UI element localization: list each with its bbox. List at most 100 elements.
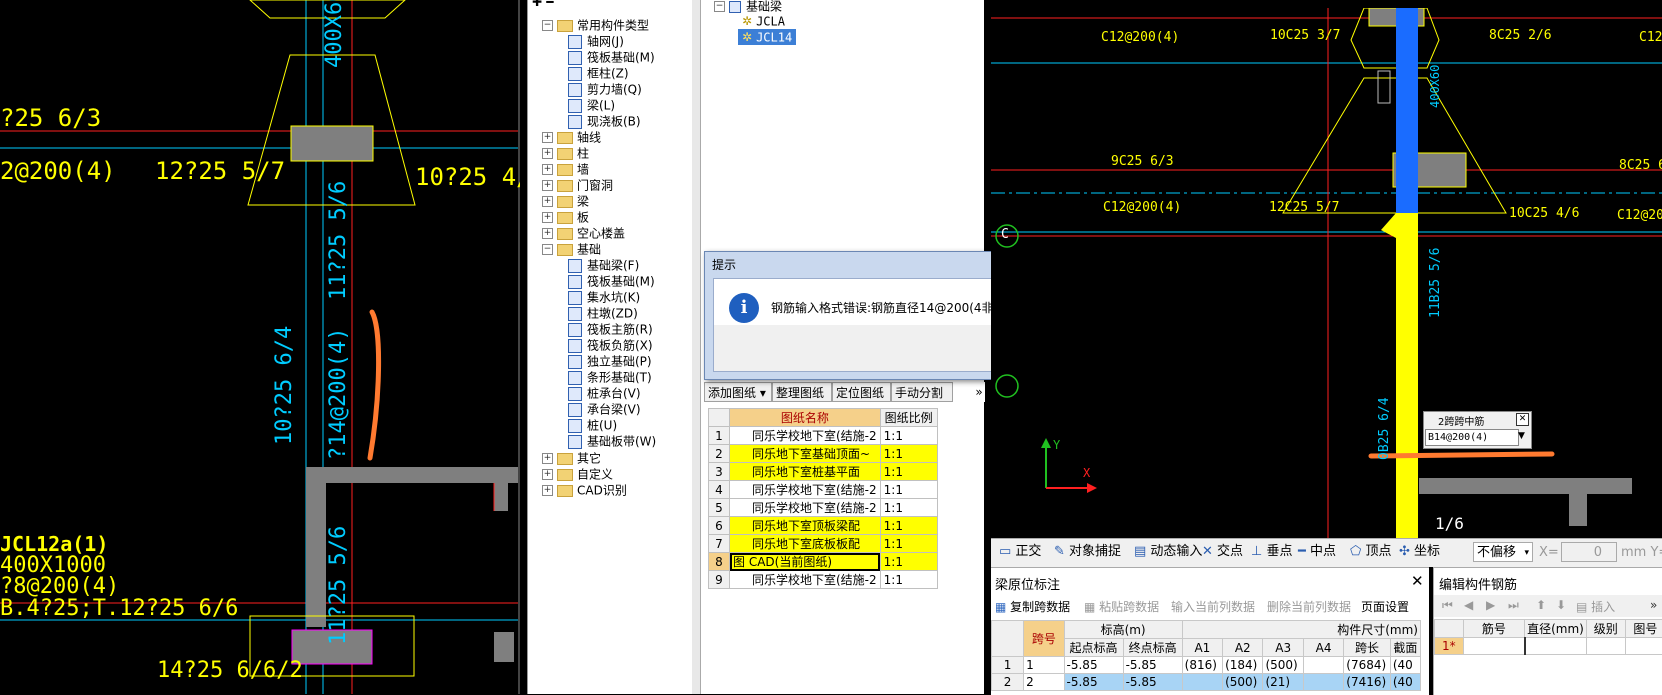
expand-icon[interactable]: + [542, 485, 553, 496]
table-row[interactable]: 1同乐学校地下室(结施-21:1 [709, 427, 938, 445]
drawing-scale-cell[interactable]: 1:1 [880, 535, 937, 553]
locate-drawing-button[interactable]: 定位图纸 [832, 382, 891, 402]
col-header[interactable]: 直径(mm) [1525, 620, 1587, 638]
prev-icon[interactable]: ◀ [1464, 598, 1473, 612]
col-header[interactable]: A1 [1182, 639, 1222, 657]
table-row[interactable]: 8图 CAD(当前图纸)1:1 [709, 553, 938, 571]
organize-drawing-button[interactable]: 整理图纸 [772, 382, 832, 402]
close-icon[interactable]: ✕ [1411, 572, 1424, 590]
drawing-name-cell[interactable]: 同乐学校地下室(结施-2 [730, 499, 881, 517]
drawing-name-cell[interactable]: 同乐学校地下室(结施-2 [730, 427, 881, 445]
tree-folder[interactable]: +自定义 [542, 466, 613, 482]
input-column-button[interactable]: 输入当前列数据 [1171, 598, 1255, 615]
table-row[interactable]: 7同乐地下室底板板配1:1 [709, 535, 938, 553]
beam-cell[interactable]: 2 [1024, 674, 1064, 691]
tree-item-common[interactable]: 筏板基础(M) [568, 49, 655, 65]
beam-cell[interactable]: -5.85 [1123, 674, 1182, 691]
splitter[interactable] [692, 0, 700, 694]
drawing-scale-cell[interactable]: 1:1 [880, 481, 937, 499]
tree-node-foundation[interactable]: −基础 [542, 241, 601, 257]
tree-item-common[interactable]: 现浇板(B) [568, 113, 641, 129]
copy-span-button[interactable]: ▦ 复制跨数据 [995, 598, 1070, 615]
drawing-scale-cell[interactable]: 1:1 [880, 427, 937, 445]
snap-toggle[interactable]: ▭ 正交 [999, 539, 1041, 565]
expand-icon[interactable]: + [542, 164, 553, 175]
more-button[interactable]: » [1650, 598, 1657, 612]
page-setup-button[interactable]: 页面设置 [1361, 598, 1409, 615]
first-icon[interactable]: ⏮ [1442, 598, 1453, 613]
delete-column-button[interactable]: 删除当前列数据 [1267, 598, 1351, 615]
snap-toggle[interactable]: ⊥ 垂点 [1251, 539, 1292, 565]
beam-cell[interactable] [1303, 674, 1343, 691]
drawing-name-cell[interactable]: 同乐学校地下室(结施-2 [730, 481, 881, 499]
tree-item-foundation[interactable]: 筏板主筋(R) [568, 321, 653, 337]
tree-folder[interactable]: +门窗洞 [542, 177, 613, 193]
offset-select[interactable]: 不偏移▾ [1473, 542, 1533, 562]
col-header-span[interactable]: 跨号 [1024, 621, 1064, 657]
drawing-scale-cell[interactable]: 1:1 [880, 553, 937, 571]
beam-cell[interactable]: (40 [1390, 657, 1420, 674]
expand-icon[interactable]: + [542, 469, 553, 480]
beam-cell[interactable]: 1 [1024, 657, 1064, 674]
drawing-scale-cell[interactable]: 1:1 [880, 517, 937, 535]
drawing-name-cell[interactable]: 同乐学校地下室(结施-2 [730, 571, 881, 589]
expand-icon[interactable]: + [542, 180, 553, 191]
tree-item-foundation[interactable]: 集水坑(K) [568, 289, 640, 305]
table-row[interactable]: 2同乐地下室基础顶面~1:1 [709, 445, 938, 463]
beam-cell[interactable]: -5.85 [1123, 657, 1182, 674]
left-cad-view[interactable]: ?25 6/3 2@200(4) 12?25 5/7 10?25 4/6 400… [0, 0, 520, 694]
beam-cell[interactable] [1303, 657, 1343, 674]
tree-folder[interactable]: +墙 [542, 161, 589, 177]
col-header[interactable]: 图号 [1625, 620, 1662, 638]
expand-icon[interactable]: + [542, 132, 553, 143]
table-row[interactable]: 11-5.85-5.85(816)(184)(500)(7684)(40 [992, 657, 1421, 674]
insert-button[interactable]: ▤ 插入 [1576, 598, 1615, 615]
table-row[interactable]: 9同乐学校地下室(结施-21:1 [709, 571, 938, 589]
tree-item-jcl14[interactable]: ✲JCL14 [738, 29, 796, 45]
beam-cell[interactable]: (7416) [1344, 674, 1391, 691]
drawing-scale-cell[interactable]: 1:1 [880, 571, 937, 589]
right-cad-view[interactable]: C12@200(4) 10C25 3/7 8C25 2/6 C12@200(4)… [991, 8, 1662, 538]
beam-cell[interactable]: (184) [1223, 657, 1263, 674]
drawing-scale-cell[interactable]: 1:1 [880, 445, 937, 463]
tree-item-foundation[interactable]: 筏板基础(M) [568, 273, 655, 289]
x-input[interactable]: 0 [1561, 542, 1617, 562]
expand-icon[interactable]: + [542, 148, 553, 159]
popup-input[interactable]: B14@200(4) [1425, 429, 1519, 446]
snap-toggle[interactable]: ✣ 坐标 [1399, 539, 1440, 565]
tree-folder[interactable]: +梁 [542, 193, 589, 209]
tree-item-foundation[interactable]: 独立基础(P) [568, 353, 652, 369]
drawing-name-cell[interactable]: 同乐地下室顶板梁配 [730, 517, 881, 535]
tree-item-common[interactable]: 剪力墙(Q) [568, 81, 642, 97]
beam-cell[interactable]: -5.85 [1064, 674, 1123, 691]
table-row[interactable]: 4同乐学校地下室(结施-21:1 [709, 481, 938, 499]
manual-split-button[interactable]: 手动分割 [891, 382, 953, 402]
tree-item-foundation[interactable]: 条形基础(T) [568, 369, 652, 385]
snap-toggle[interactable]: ✕ 交点 [1202, 539, 1243, 565]
tree-item-foundation[interactable]: 柱墩(ZD) [568, 305, 638, 321]
tree-folder[interactable]: +CAD识别 [542, 482, 627, 498]
drawing-name-cell[interactable]: 同乐地下室底板板配 [730, 535, 881, 553]
tree-item-foundation[interactable]: 承台梁(V) [568, 401, 641, 417]
col-header[interactable]: 起点标高 [1064, 639, 1123, 657]
snap-toggle[interactable]: ✎ 对象捕捉 [1054, 539, 1121, 565]
down-icon[interactable]: ⬇ [1556, 598, 1566, 612]
beam-cell[interactable]: (7684) [1344, 657, 1391, 674]
more-button[interactable]: » [973, 382, 985, 402]
tree-folder[interactable]: +其它 [542, 450, 601, 466]
table-row[interactable]: 5同乐学校地下室(结施-21:1 [709, 499, 938, 517]
table-row[interactable]: 22-5.85-5.85(500)(21)(7416)(40 [992, 674, 1421, 691]
paste-span-button[interactable]: ▦ 粘贴跨数据 [1084, 598, 1159, 615]
beam-cell[interactable]: (500) [1223, 674, 1263, 691]
next-icon[interactable]: ▶ [1486, 598, 1495, 612]
beam-cell[interactable]: (21) [1263, 674, 1303, 691]
col-header[interactable]: 终点标高 [1123, 639, 1182, 657]
tree-item-foundation[interactable]: 基础板带(W) [568, 433, 656, 449]
tree-item-foundation[interactable]: 桩(U) [568, 417, 617, 433]
table-row[interactable]: 3同乐地下室桩基平面1:1 [709, 463, 938, 481]
tree-item-common[interactable]: 轴网(J) [568, 33, 624, 49]
col-header[interactable]: A2 [1223, 639, 1263, 657]
chevron-down-icon[interactable]: ▼ [1518, 431, 1525, 441]
tree-node-common[interactable]: −常用构件类型 [542, 17, 649, 33]
tree-item-jcla[interactable]: ✲JCLA [742, 13, 785, 29]
